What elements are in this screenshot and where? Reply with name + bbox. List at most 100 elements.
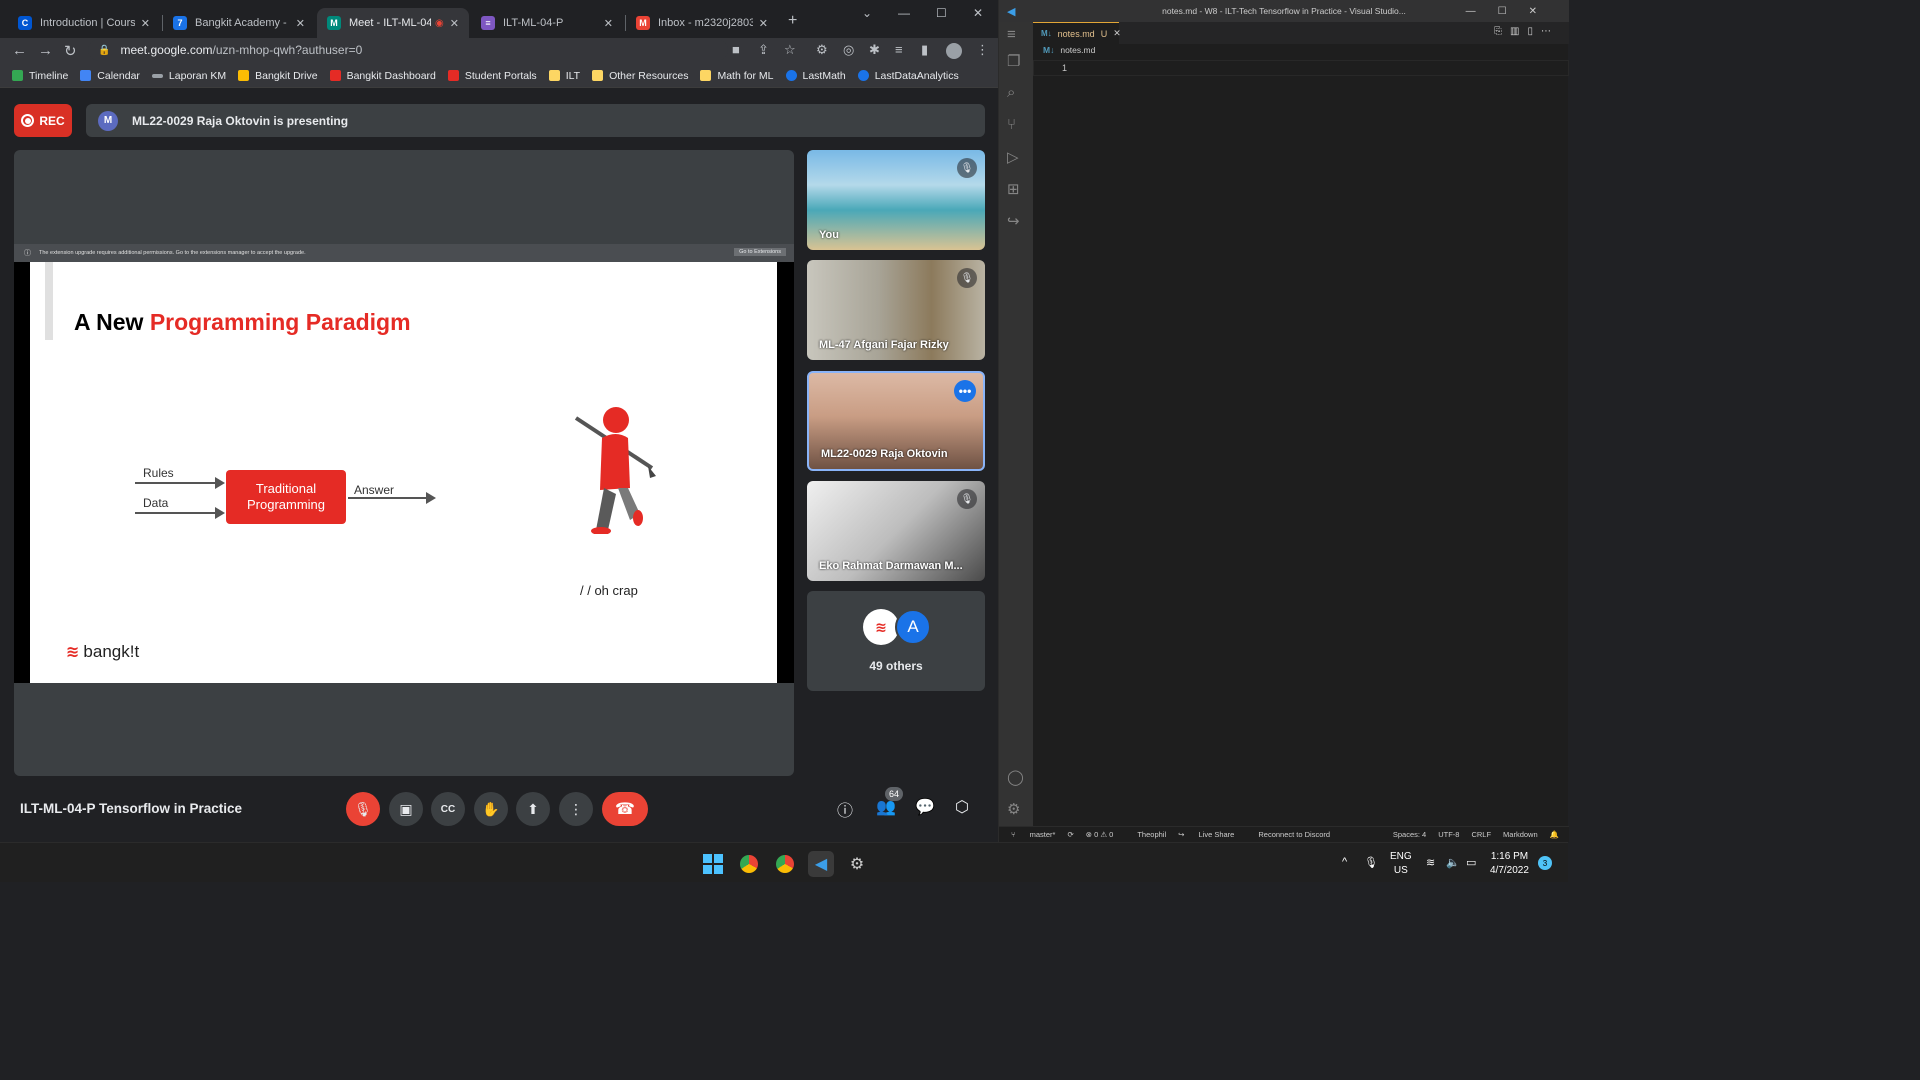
branch-status[interactable]: ⑂ master* <box>1011 830 1055 839</box>
discord-status[interactable]: Reconnect to Discord <box>1246 830 1330 839</box>
meeting-info-icon[interactable]: ⓘ <box>837 797 853 821</box>
editor-actions[interactable]: ⎘▥▯⋯ <box>1494 26 1559 37</box>
address-bar[interactable]: 🔒 meet.google.com /uzn-mhop-qwh?authuser… <box>88 39 728 61</box>
bookmark-bangkit-dashboard[interactable]: Bangkit Dashboard <box>329 70 436 82</box>
indentation-status[interactable]: Spaces: 4 <box>1393 830 1426 839</box>
side-panel-icon[interactable]: ▮ <box>921 42 928 58</box>
participant-tile[interactable]: 🎙 ML-47 Afgani Fajar Rizky <box>807 260 985 360</box>
extension-icon[interactable]: ◎ <box>843 42 854 58</box>
maximize-button[interactable]: ☐ <box>936 6 947 20</box>
present-button[interactable]: ⬆ <box>516 792 550 826</box>
sync-icon[interactable]: ⟳ <box>1067 830 1073 839</box>
chrome-app-icon[interactable] <box>772 851 798 877</box>
participant-tile[interactable]: 🎙 Eko Rahmat Darmawan M... <box>807 481 985 581</box>
wifi-icon[interactable]: ≋ <box>1426 856 1435 869</box>
participant-tile-active-speaker[interactable]: ••• ML22-0029 Raja Oktovin <box>807 371 985 471</box>
explorer-icon[interactable]: ❐ <box>1007 52 1020 70</box>
settings-app-icon[interactable]: ⚙ <box>844 851 870 877</box>
go-to-extensions-button[interactable]: Go to Extensions <box>734 248 786 256</box>
bookmark-student-portals[interactable]: Student Portals <box>447 70 537 82</box>
live-share-icon[interactable]: ↪ <box>1007 212 1020 230</box>
live-share-status[interactable]: ↪ Live Share <box>1178 830 1234 839</box>
media-icon[interactable]: ≡ <box>895 42 903 57</box>
bookmark-laporan-km[interactable]: Laporan KM <box>151 70 226 82</box>
close-tab-icon[interactable]: ✕ <box>141 17 150 30</box>
notifications-bell-icon[interactable]: 🔔 <box>1550 830 1559 839</box>
battery-icon[interactable]: ▭ <box>1466 856 1476 869</box>
accounts-icon[interactable]: ◯ <box>1007 768 1024 786</box>
profile-avatar[interactable] <box>946 43 962 59</box>
others-tile[interactable]: ≋ A 49 others <box>807 591 985 691</box>
close-window-button[interactable]: ✕ <box>973 6 983 20</box>
bookmark-folder-other-resources[interactable]: Other Resources <box>592 70 688 82</box>
more-options-button[interactable]: ⋮ <box>559 792 593 826</box>
chat-icon[interactable]: 💬 <box>915 797 935 817</box>
bookmark-star-icon[interactable]: ☆ <box>784 42 796 58</box>
breadcrumb-item[interactable]: notes.md <box>1060 45 1095 55</box>
source-control-icon[interactable]: ⑂ <box>1007 116 1016 133</box>
encoding-status[interactable]: UTF-8 <box>1438 830 1459 839</box>
clock-time: 1:16 PM <box>1490 851 1529 862</box>
activities-icon[interactable]: ⬡ <box>955 797 969 817</box>
clock[interactable]: 1:16 PM 4/7/2022 <box>1490 850 1529 878</box>
start-button[interactable] <box>700 851 726 877</box>
language-status[interactable]: Markdown <box>1503 830 1538 839</box>
captions-button[interactable]: CC <box>431 792 465 826</box>
back-arrow-icon[interactable]: ← <box>12 42 27 59</box>
close-tab-icon[interactable]: ✕ <box>296 17 305 30</box>
rec-label: REC <box>39 113 65 128</box>
camera-icon[interactable]: ■ <box>732 42 740 57</box>
settings-gear-icon[interactable]: ⚙ <box>1007 800 1020 818</box>
reload-icon[interactable]: ↻ <box>64 42 77 60</box>
extensions-icon[interactable]: ⊞ <box>1007 180 1020 198</box>
new-tab-button[interactable]: + <box>788 12 797 30</box>
more-options-icon[interactable]: ••• <box>954 380 976 402</box>
close-tab-icon[interactable]: ✕ <box>604 17 613 30</box>
tab-gmail[interactable]: M Inbox - m2320j2803@ ✕ <box>626 8 778 38</box>
tab-ilt[interactable]: ≡ ILT-ML-04-P ✕ <box>471 8 623 38</box>
raise-hand-button[interactable]: ✋ <box>474 792 508 826</box>
puzzle-icon[interactable]: ✱ <box>869 42 880 58</box>
volume-icon[interactable]: 🔈 <box>1446 856 1460 869</box>
user-status[interactable]: Theophil <box>1125 830 1166 839</box>
recording-badge[interactable]: REC <box>14 104 72 137</box>
participant-tile-you[interactable]: 🎙 You <box>807 150 985 250</box>
eol-status[interactable]: CRLF <box>1471 830 1491 839</box>
bookmark-folder-ilt[interactable]: ILT <box>548 70 580 82</box>
search-icon[interactable]: ⌕ <box>1007 84 1015 101</box>
bookmark-folder-math-for-ml[interactable]: Math for ML <box>700 70 774 82</box>
window-controls[interactable]: —☐✕ <box>1466 6 1559 17</box>
minimize-button[interactable]: — <box>898 6 910 20</box>
bookmark-lastmath[interactable]: LastMath <box>785 70 846 82</box>
notification-badge[interactable]: 3 <box>1538 856 1552 870</box>
problems-status[interactable]: ⊗ 0 ⚠ 0 <box>1086 830 1114 839</box>
tab-meet[interactable]: M Meet - ILT-ML-04-P ◉ ✕ <box>317 8 469 38</box>
menu-kebab-icon[interactable]: ⋮ <box>976 42 989 58</box>
bookmark-lastdataanalytics[interactable]: LastDataAnalytics <box>857 70 959 82</box>
tab-bangkit-calendar[interactable]: 7 Bangkit Academy - Cale ✕ <box>163 8 315 38</box>
mic-off-button[interactable]: 🎙 <box>346 792 380 826</box>
camera-button[interactable]: ▣ <box>389 792 423 826</box>
vscode-app-icon[interactable]: ◀ <box>808 851 834 877</box>
editor-tab-notes[interactable]: M↓ notes.md U ✕ <box>1033 22 1121 44</box>
close-tab-icon[interactable]: ✕ <box>759 17 768 30</box>
chrome-app-icon[interactable] <box>736 851 762 877</box>
forward-arrow-icon[interactable]: → <box>38 42 53 59</box>
input-language[interactable]: ENG US <box>1390 850 1412 878</box>
close-tab-icon[interactable]: ✕ <box>450 17 459 30</box>
menu-icon[interactable]: ≡ <box>1007 26 1016 43</box>
close-tab-icon[interactable]: ✕ <box>1113 28 1121 39</box>
tab-coursera[interactable]: C Introduction | Coursera ✕ <box>8 8 160 38</box>
microphone-icon[interactable]: 🎙 <box>1364 856 1378 869</box>
share-icon[interactable]: ⇪ <box>758 42 769 58</box>
leave-call-button[interactable]: ☎ <box>602 792 648 826</box>
extension-icon[interactable]: ⚙ <box>816 42 828 58</box>
bookmark-timeline[interactable]: Timeline <box>12 70 68 82</box>
run-debug-icon[interactable]: ▷ <box>1007 148 1019 166</box>
tab-search-icon[interactable]: ⌄ <box>862 6 872 20</box>
show-hidden-icons[interactable]: ^ <box>1342 856 1347 868</box>
meet-app: REC M ML22-0029 Raja Oktovin is presenti… <box>0 89 998 842</box>
bookmark-bangkit-drive[interactable]: Bangkit Drive <box>238 70 318 82</box>
editor-current-line[interactable]: 1 <box>1033 60 1569 76</box>
bookmark-calendar[interactable]: Calendar <box>80 70 140 82</box>
